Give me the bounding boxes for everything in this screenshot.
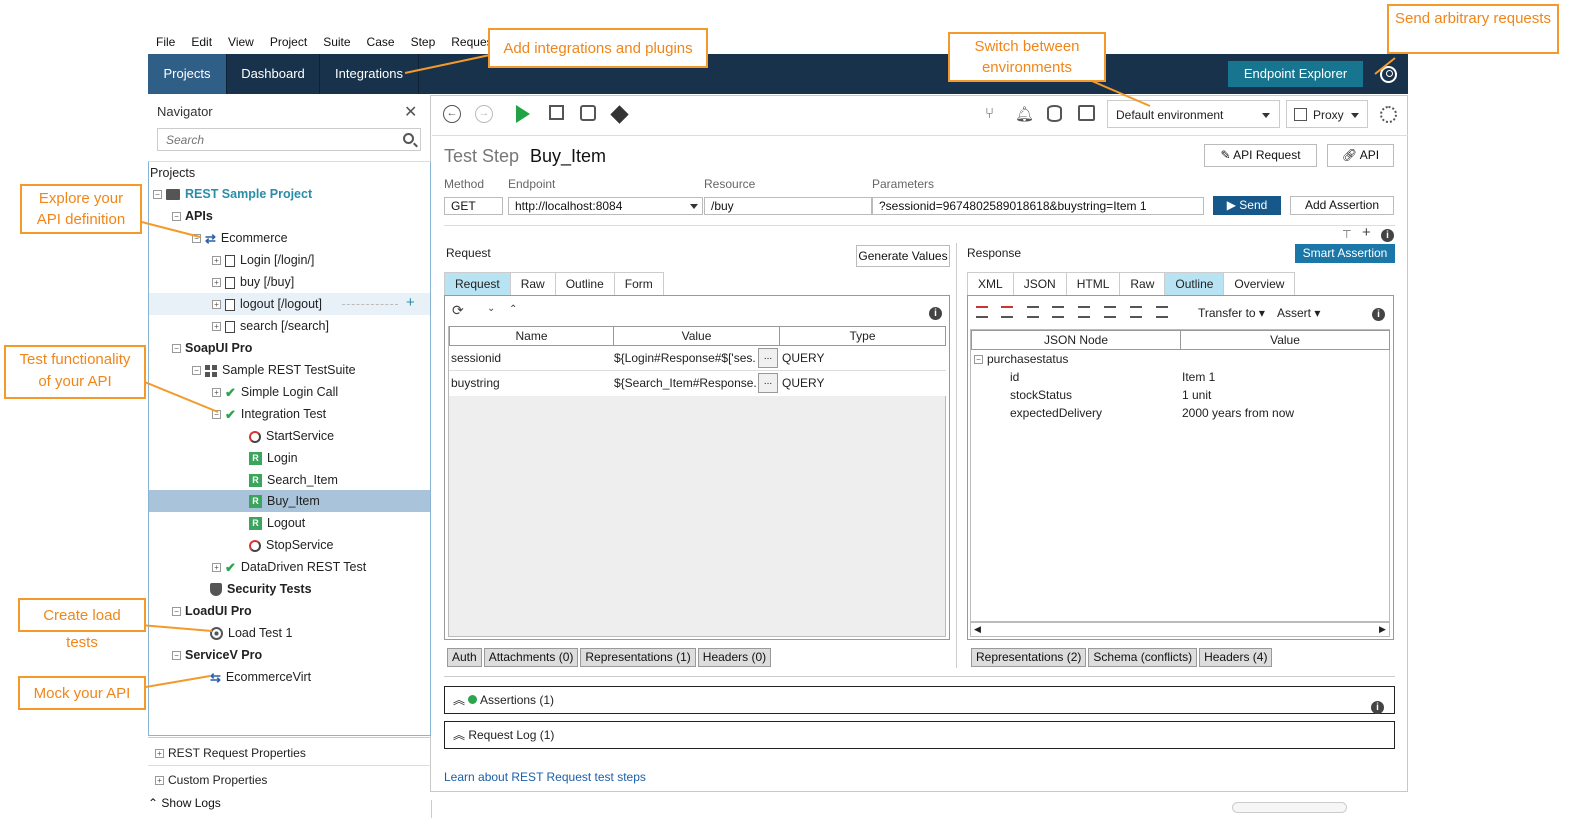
- callout-integrations: Add integrations and plugins: [488, 28, 708, 68]
- callout-mock-api: Mock your API: [18, 676, 146, 710]
- callout-arbitrary-requests: Send arbitrary requests: [1387, 4, 1559, 54]
- callout-explore-api: Explore your API definition: [20, 184, 142, 234]
- callout-load-tests: Create load tests: [18, 598, 146, 651]
- callout-environments: Switch between environments: [948, 32, 1106, 82]
- callout-test-functionality: Test functionality of your API: [4, 345, 146, 399]
- callout-connectors: [129, 54, 1396, 689]
